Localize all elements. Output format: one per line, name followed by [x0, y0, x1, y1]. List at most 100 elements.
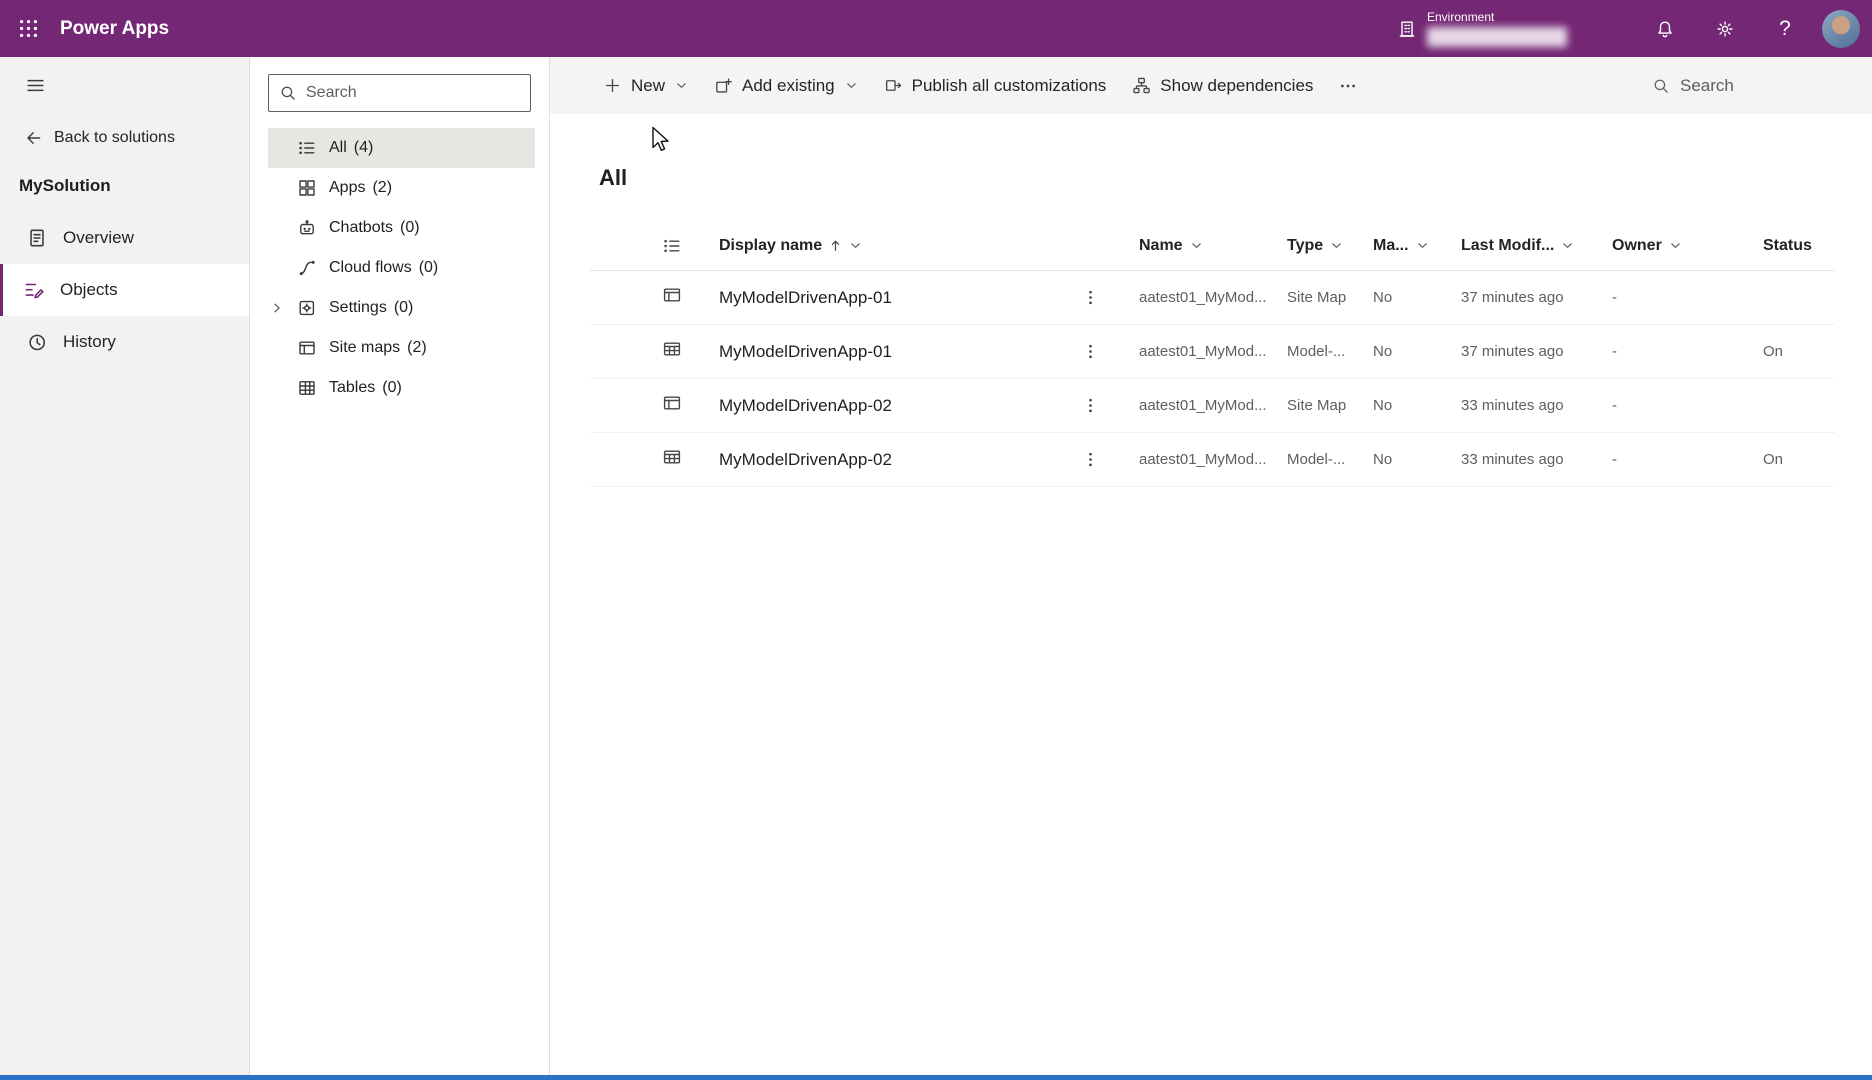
table-row-1[interactable]: MyModelDrivenApp-01 aatest01_MyMod...Site… [590, 271, 1835, 325]
record-managed: No [1373, 343, 1461, 360]
tree-item-label: Site maps [329, 339, 400, 357]
help-button[interactable]: ? [1761, 5, 1809, 53]
tree-item-label: Tables [329, 379, 375, 397]
column-header-type[interactable]: Type [1287, 237, 1373, 255]
record-name: aatest01_MyMod... [1139, 289, 1287, 306]
tree-item-count: (0) [394, 299, 414, 317]
tree-item-count: (0) [382, 379, 402, 397]
command-overflow-button[interactable] [1326, 57, 1370, 114]
tree-item-site-maps[interactable]: Site maps(2) [268, 328, 535, 368]
new-button[interactable]: New [590, 57, 701, 114]
tree-item-tables[interactable]: Tables (0) [268, 368, 535, 408]
record-type: Site Map [1287, 289, 1373, 306]
tree-item-chatbots[interactable]: Chatbots(0) [268, 208, 535, 248]
show-dependencies-label: Show dependencies [1160, 76, 1313, 96]
row-commands-button[interactable] [1075, 281, 1105, 315]
chevron-down-icon [1669, 239, 1682, 252]
back-arrow-icon [23, 128, 43, 148]
command-bar: New Add existing Publish all customizati… [550, 57, 1872, 114]
table-body: MyModelDrivenApp-01aatest01_MyMod...Site… [590, 271, 1835, 487]
column-header-managed[interactable]: Ma... [1373, 237, 1461, 255]
environment-picker[interactable]: Environment [1397, 11, 1567, 47]
command-search [1652, 57, 1802, 114]
back-to-solutions-link[interactable]: Back to solutions [0, 118, 249, 158]
tree-search-box [268, 74, 531, 112]
solution-name: MySolution [0, 176, 249, 196]
table-row-2[interactable]: MyModelDrivenApp-01 aatest01_MyMod...Mode… [590, 325, 1835, 379]
column-header-name[interactable]: Name [1139, 237, 1287, 255]
plus-icon [603, 76, 622, 95]
record-type: Site Map [1287, 397, 1373, 414]
tree-item-label: Apps [329, 179, 365, 197]
help-icon: ? [1779, 18, 1791, 39]
record-display-name[interactable]: MyModelDrivenApp-02 [719, 450, 892, 470]
show-dependencies-button[interactable]: Show dependencies [1119, 57, 1326, 114]
column-header-status[interactable]: Status [1763, 237, 1835, 255]
collapse-nav-button[interactable] [14, 64, 56, 106]
app-row-icon [662, 339, 682, 359]
record-name: aatest01_MyMod... [1139, 451, 1287, 468]
row-commands-button[interactable] [1075, 443, 1105, 477]
table-row-3[interactable]: MyModelDrivenApp-02aatest01_MyMod...Site… [590, 379, 1835, 433]
column-header-owner[interactable]: Owner [1612, 237, 1763, 255]
column-label: Ma... [1373, 237, 1409, 255]
objects-table: Display name Name Type Ma... [590, 221, 1835, 487]
table-row-4[interactable]: MyModelDrivenApp-02aatest01_MyMod...Mode… [590, 433, 1835, 487]
dependencies-icon [1132, 76, 1151, 95]
settings-button[interactable] [1701, 5, 1749, 53]
sidebar-item-objects[interactable]: Objects [0, 264, 249, 316]
sidebar-item-overview[interactable]: Overview [0, 212, 249, 264]
column-header-display-name[interactable]: Display name [705, 237, 1139, 255]
column-header-last-modified[interactable]: Last Modif... [1461, 237, 1612, 255]
main-area: New Add existing Publish all customizati… [550, 57, 1872, 1080]
add-existing-button[interactable]: Add existing [701, 57, 871, 114]
tree-item-apps[interactable]: Apps(2) [268, 168, 535, 208]
sitemap-row-icon [662, 393, 682, 413]
tree-search-input[interactable] [306, 75, 530, 111]
app-row-icon [662, 447, 682, 467]
waffle-icon [18, 18, 39, 39]
tree-item-count: (4) [354, 139, 374, 157]
sidebar-item-history[interactable]: History [0, 316, 249, 368]
row-display-name-cell: MyModelDrivenApp-01 [705, 281, 1139, 315]
record-last-modified: 37 minutes ago [1461, 289, 1612, 306]
publish-icon [884, 76, 903, 95]
record-display-name[interactable]: MyModelDrivenApp-02 [719, 396, 892, 416]
tree-list: All (4) Apps(2)Chatbots(0)Cloud flows(0)Se… [250, 128, 549, 408]
notifications-button[interactable] [1641, 5, 1689, 53]
tree-item-all[interactable]: All (4) [268, 128, 535, 168]
record-managed: No [1373, 451, 1461, 468]
sort-ascending-icon [829, 239, 842, 252]
overview-icon [26, 227, 48, 249]
row-icon-cell [590, 447, 705, 472]
record-display-name[interactable]: MyModelDrivenApp-01 [719, 288, 892, 308]
add-existing-icon [714, 76, 733, 95]
sitemap-row-icon [662, 285, 682, 305]
record-owner: - [1612, 451, 1763, 468]
account-button[interactable] [1819, 5, 1863, 53]
environment-icon [1397, 19, 1417, 39]
record-last-modified: 33 minutes ago [1461, 397, 1612, 414]
list-view-icon[interactable] [662, 236, 682, 256]
row-commands-button[interactable] [1075, 389, 1105, 423]
chevron-down-icon [675, 79, 688, 92]
command-search-input[interactable] [1680, 76, 1792, 96]
record-display-name[interactable]: MyModelDrivenApp-01 [719, 342, 892, 362]
publish-all-button[interactable]: Publish all customizations [871, 57, 1120, 114]
solution-sidebar: Back to solutions MySolution OverviewObj… [0, 57, 250, 1080]
chevron-right-icon[interactable] [268, 301, 296, 315]
app-launcher-button[interactable] [0, 0, 56, 57]
tree-item-cloud-flows[interactable]: Cloud flows(0) [268, 248, 535, 288]
record-type: Model-... [1287, 343, 1373, 360]
record-status: On [1763, 451, 1835, 468]
row-commands-button[interactable] [1075, 335, 1105, 369]
row-display-name-cell: MyModelDrivenApp-02 [705, 443, 1139, 477]
tree-item-count: (0) [419, 259, 439, 277]
tree-item-settings[interactable]: Settings(0) [268, 288, 535, 328]
record-name: aatest01_MyMod... [1139, 343, 1287, 360]
record-status: On [1763, 343, 1835, 360]
tree-item-label: All [329, 139, 347, 157]
row-icon-cell [590, 393, 705, 418]
column-label: Owner [1612, 237, 1662, 255]
page-layout: Back to solutions MySolution OverviewObj… [0, 57, 1872, 1080]
